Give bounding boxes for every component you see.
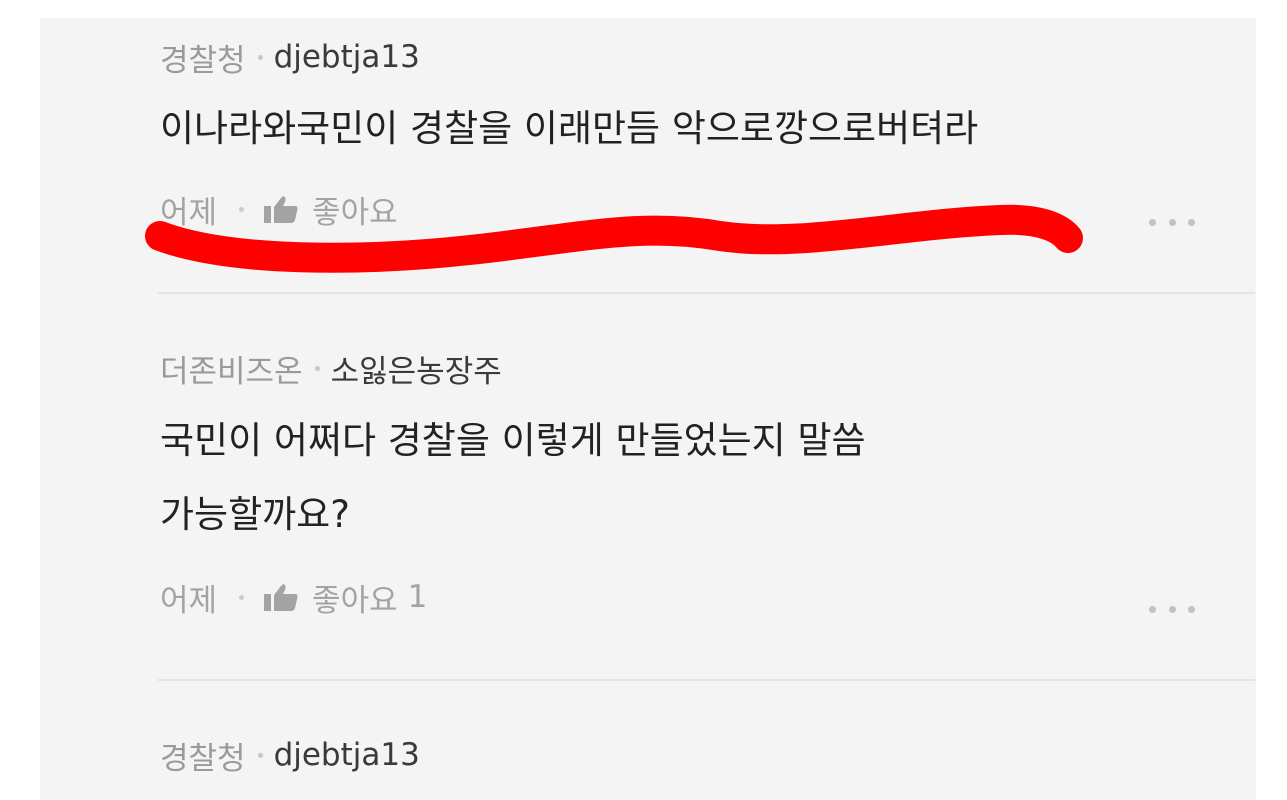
- author-username[interactable]: djebtja13: [274, 39, 420, 75]
- comment-divider: [158, 679, 1255, 681]
- author-username[interactable]: djebtja13: [274, 737, 420, 773]
- separator-dot: [239, 594, 245, 600]
- comment-divider: [158, 292, 1255, 294]
- author-username[interactable]: 소잃은농장주: [331, 346, 502, 391]
- like-button[interactable]: 좋아요: [264, 187, 398, 232]
- comment-author-line: 더존비즈온 소잃은농장주: [160, 346, 502, 391]
- like-label: 좋아요: [312, 582, 398, 619]
- comment-author-line: 경찰청 djebtja13: [160, 735, 420, 777]
- more-options-icon[interactable]: [1149, 217, 1195, 227]
- thumbs-up-icon: [264, 584, 298, 611]
- thumbs-up-icon: [264, 196, 298, 223]
- comment-time: 어제: [160, 194, 218, 231]
- comment-time: 어제: [160, 582, 218, 619]
- separator-dot: [257, 752, 263, 758]
- comment-text: 이나라와국민이 경찰을 이래만듬 악으로깡으로버텨라: [160, 107, 979, 150]
- comment-author-line: 경찰청 djebtja13: [160, 37, 420, 79]
- separator-dot: [314, 365, 320, 371]
- separator-dot: [239, 206, 245, 212]
- like-count: 1: [407, 579, 428, 615]
- comment-text-line-2: 가능할까요?: [160, 493, 350, 536]
- comment-actions: 어제 좋아요: [160, 187, 398, 232]
- comment-actions: 어제 좋아요 1: [160, 575, 427, 620]
- comment-text-line-1: 국민이 어쩌다 경찰을 이렇게 만들었는지 말씀: [160, 419, 866, 462]
- separator-dot: [257, 54, 263, 60]
- author-affiliation: 더존비즈온: [160, 353, 303, 390]
- like-label: 좋아요: [312, 194, 398, 231]
- more-options-icon[interactable]: [1149, 604, 1195, 614]
- author-affiliation: 경찰청: [160, 42, 246, 79]
- author-affiliation: 경찰청: [160, 740, 246, 777]
- like-button[interactable]: 좋아요 1: [264, 575, 427, 620]
